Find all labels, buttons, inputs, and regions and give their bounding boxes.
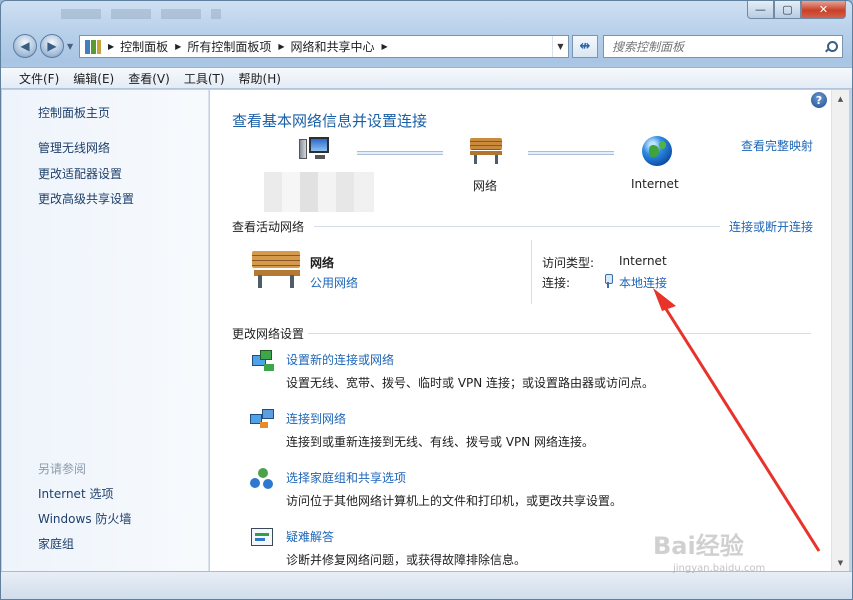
homegroup-icon (250, 468, 274, 490)
menu-help[interactable]: 帮助(H) (233, 70, 289, 87)
task-description: 设置无线、宽带、拨号、临时或 VPN 连接；或设置路由器或访问点。 (286, 376, 655, 390)
refresh-button[interactable]: ↮ (572, 35, 598, 58)
change-settings-heading: 更改网络设置 (232, 327, 305, 341)
globe-icon[interactable] (642, 136, 672, 166)
sidebar-item-adapter[interactable]: 更改适配器设置 (38, 165, 122, 182)
watermark-logo: Bai经验 (653, 532, 744, 560)
status-bar (1, 571, 852, 599)
breadcrumb-network-center[interactable]: 网络和共享中心 (291, 38, 375, 55)
recent-pages-dropdown[interactable]: ▼ (67, 42, 73, 51)
vertical-scrollbar[interactable]: ▲ ▼ (831, 90, 849, 571)
task-pane: 控制面板主页 管理无线网络 更改适配器设置 更改高级共享设置 另请参阅 Inte… (2, 90, 209, 571)
sidebar-item-wireless[interactable]: 管理无线网络 (38, 139, 110, 156)
chevron-right-icon[interactable]: ▶ (175, 42, 181, 51)
menu-edit[interactable]: 编辑(E) (67, 70, 122, 87)
menu-view[interactable]: 查看(V) (122, 70, 178, 87)
section-divider (308, 333, 811, 334)
see-also-heading: 另请参阅 (38, 462, 87, 476)
navigation-bar: ◀ ▶ ▼ ▶ 控制面板 ▶ 所有控制面板项 ▶ 网络和共享中心 ▶ ▼ ↮ (1, 31, 852, 61)
task-description: 访问位于其他网络计算机上的文件和打印机，或更改共享设置。 (286, 494, 623, 508)
view-full-map-link[interactable]: 查看完整映射 (741, 137, 813, 154)
content-pane: ? 查看基本网络信息并设置连接 查看完整映射 网络 Internet 查看活动网… (210, 90, 831, 571)
back-button[interactable]: ◀ (13, 34, 37, 58)
search-icon[interactable] (824, 40, 838, 53)
search-input[interactable] (612, 39, 817, 54)
ethernet-plug-icon (604, 274, 613, 288)
connect-to-network-link[interactable]: 连接到网络 (286, 410, 346, 427)
troubleshoot-icon (250, 527, 274, 549)
window-title-blurred (61, 9, 221, 19)
task-description: 诊断并修复网络问题，或获得故障排除信息。 (286, 553, 527, 567)
map-connector-line (528, 151, 614, 155)
sidebar-item-firewall[interactable]: Windows 防火墙 (38, 510, 131, 527)
chevron-right-icon[interactable]: ▶ (108, 42, 114, 51)
access-type-value: Internet (619, 254, 667, 268)
map-internet-label: Internet (631, 177, 679, 191)
network-name: 网络 (310, 256, 335, 270)
connect-to-network-icon (250, 409, 274, 431)
connection-label: 连接: (542, 276, 571, 290)
chevron-right-icon[interactable]: ▶ (278, 42, 284, 51)
caption-buttons: — ▢ ✕ (747, 1, 846, 19)
bench-network-icon[interactable] (470, 138, 502, 164)
sidebar-item-home[interactable]: 控制面板主页 (38, 104, 110, 121)
breadcrumb-all-items[interactable]: 所有控制面板项 (187, 38, 271, 55)
vertical-divider (531, 240, 532, 304)
menu-file[interactable]: 文件(F) (13, 70, 67, 87)
troubleshoot-link[interactable]: 疑难解答 (286, 528, 334, 545)
menu-bar: 文件(F) 编辑(E) 查看(V) 工具(T) 帮助(H) (1, 67, 852, 89)
section-divider (314, 226, 720, 227)
forward-button[interactable]: ▶ (40, 34, 64, 58)
network-location-link[interactable]: 公用网络 (310, 274, 358, 291)
access-type-label: 访问类型: (542, 256, 595, 270)
address-dropdown-button[interactable]: ▼ (552, 36, 568, 57)
address-bar[interactable]: ▶ 控制面板 ▶ 所有控制面板项 ▶ 网络和共享中心 ▶ ▼ (79, 35, 569, 58)
minimize-button[interactable]: — (747, 1, 774, 19)
chevron-right-icon[interactable]: ▶ (382, 42, 388, 51)
explorer-window: — ▢ ✕ ◀ ▶ ▼ ▶ 控制面板 ▶ 所有控制面板项 ▶ 网络和共享中心 ▶… (0, 0, 853, 600)
sidebar-item-homegroup[interactable]: 家庭组 (38, 535, 74, 552)
scroll-up-icon[interactable]: ▲ (832, 90, 849, 107)
breadcrumb-control-panel[interactable]: 控制面板 (120, 38, 168, 55)
computer-icon (299, 135, 331, 165)
control-panel-icon (85, 39, 101, 54)
setup-new-connection-link[interactable]: 设置新的连接或网络 (286, 351, 394, 368)
maximize-button[interactable]: ▢ (774, 1, 801, 19)
page-title: 查看基本网络信息并设置连接 (232, 112, 428, 130)
search-box[interactable] (603, 35, 843, 58)
local-connection-link[interactable]: 本地连接 (619, 274, 667, 291)
task-description: 连接到或重新连接到无线、有线、拨号或 VPN 网络连接。 (286, 435, 595, 449)
active-networks-heading: 查看活动网络 (232, 220, 305, 234)
homegroup-sharing-link[interactable]: 选择家庭组和共享选项 (286, 469, 406, 486)
sidebar-item-sharing[interactable]: 更改高级共享设置 (38, 190, 134, 207)
bench-network-icon (252, 251, 300, 289)
map-connector-line (357, 151, 443, 155)
sidebar-item-internet-options[interactable]: Internet 选项 (38, 485, 113, 502)
scroll-down-icon[interactable]: ▼ (832, 554, 849, 571)
connect-disconnect-link[interactable]: 连接或断开连接 (729, 218, 813, 235)
watermark-url: jingyan.baidu.com (673, 563, 766, 574)
menu-tools[interactable]: 工具(T) (178, 70, 233, 87)
map-network-label: 网络 (473, 179, 498, 193)
close-button[interactable]: ✕ (801, 1, 846, 19)
computer-name-blurred (264, 172, 374, 212)
help-icon[interactable]: ? (811, 92, 827, 108)
new-connection-icon (250, 350, 274, 372)
